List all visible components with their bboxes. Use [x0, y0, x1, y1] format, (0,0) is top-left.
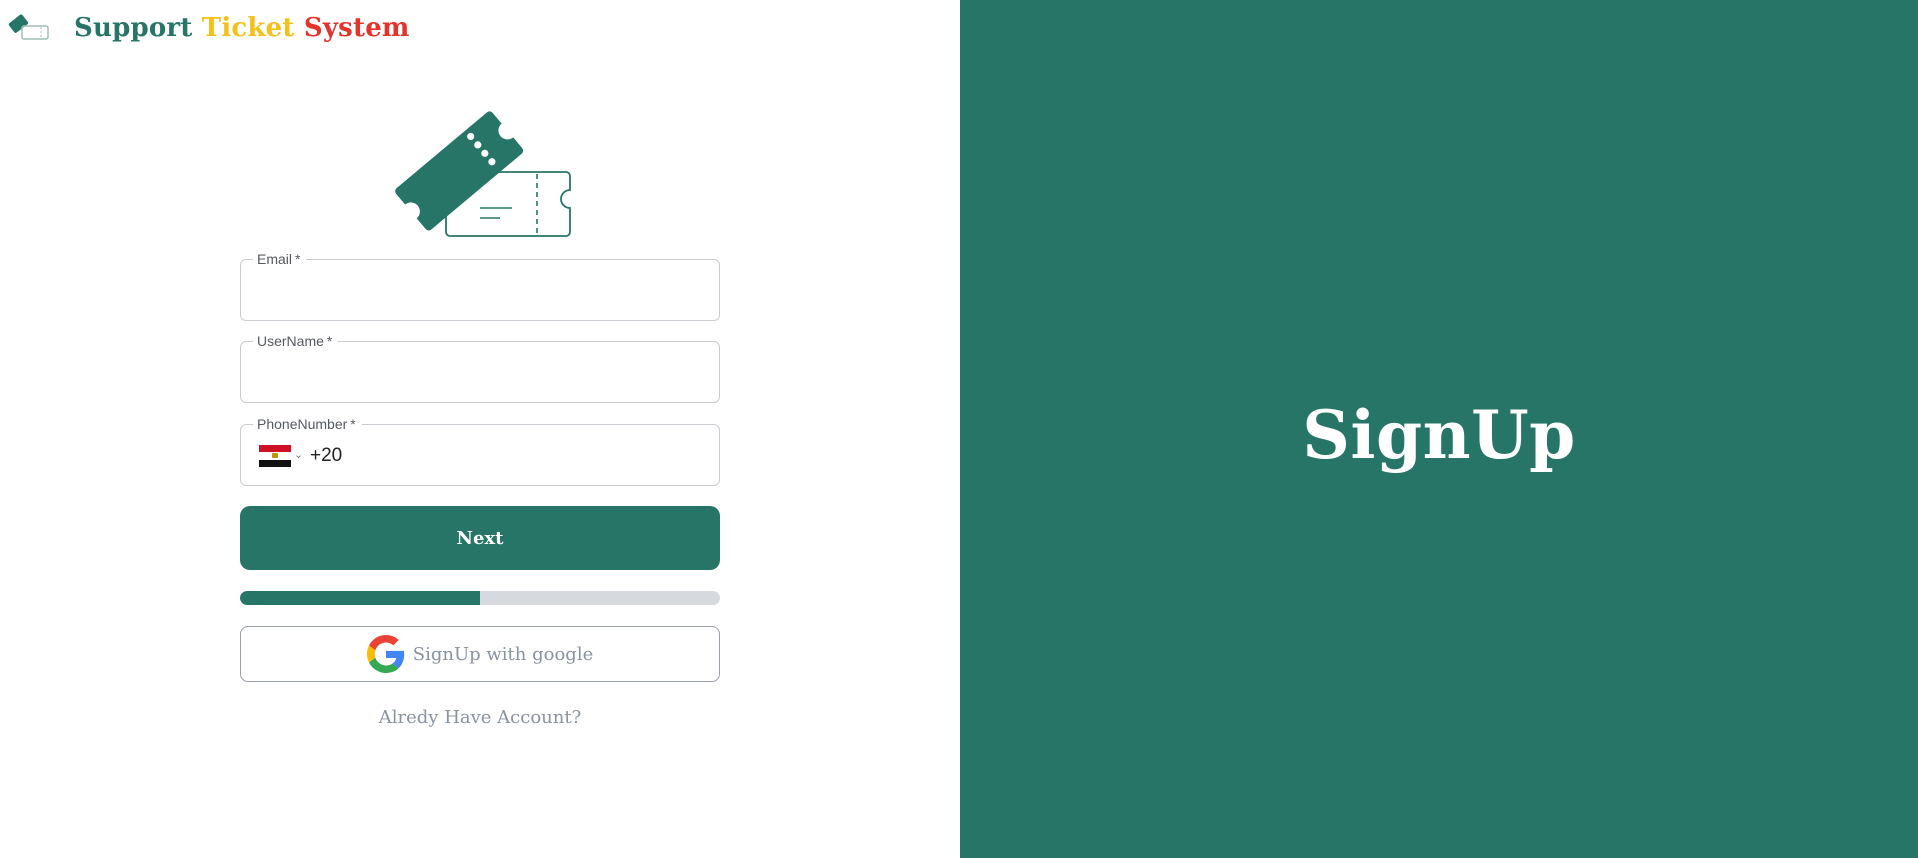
email-field[interactable]: Email *	[240, 251, 720, 321]
signup-progress-bar	[240, 591, 720, 605]
next-button[interactable]: Next	[240, 506, 720, 570]
username-label-text: UserName	[257, 333, 324, 349]
brand[interactable]: Support Ticket System	[8, 12, 409, 44]
phone-number-input[interactable]: +20	[310, 444, 342, 468]
signup-form-pane: Support Ticket System Email * UserName *…	[0, 0, 960, 858]
google-signup-button[interactable]: SignUp with google	[240, 626, 720, 682]
username-field[interactable]: UserName *	[240, 333, 720, 403]
phone-label-text: PhoneNumber	[257, 416, 348, 432]
progress-fill	[240, 591, 480, 605]
email-input[interactable]	[241, 260, 719, 320]
ticket-logo-icon	[8, 14, 49, 40]
username-label: UserName *	[253, 333, 339, 349]
app-title-word-2: Ticket	[201, 13, 295, 43]
egypt-flag-icon[interactable]	[259, 445, 291, 467]
required-mark: *	[295, 251, 301, 267]
tickets-illustration-icon	[395, 111, 571, 237]
google-signup-label: SignUp with google	[412, 643, 594, 665]
chevron-down-icon[interactable]: ⌄	[294, 449, 303, 461]
app-title: Support Ticket System	[74, 12, 410, 44]
email-label: Email *	[253, 251, 307, 267]
side-panel-title: SignUp	[1302, 396, 1576, 474]
phone-label: PhoneNumber *	[253, 416, 362, 432]
login-link[interactable]: Alredy Have Account?	[240, 706, 720, 730]
required-mark: *	[326, 333, 333, 349]
username-input[interactable]	[241, 342, 719, 402]
email-label-text: Email	[257, 251, 293, 267]
phone-field[interactable]: PhoneNumber * ⌄ +20	[240, 416, 720, 486]
app-title-word-1: Support	[74, 13, 193, 43]
required-mark: *	[350, 416, 356, 432]
side-panel: SignUp	[960, 0, 1918, 858]
signup-page: Support Ticket System Email * UserName *…	[0, 0, 1918, 858]
app-title-word-3: System	[303, 13, 410, 43]
google-icon	[366, 635, 404, 673]
